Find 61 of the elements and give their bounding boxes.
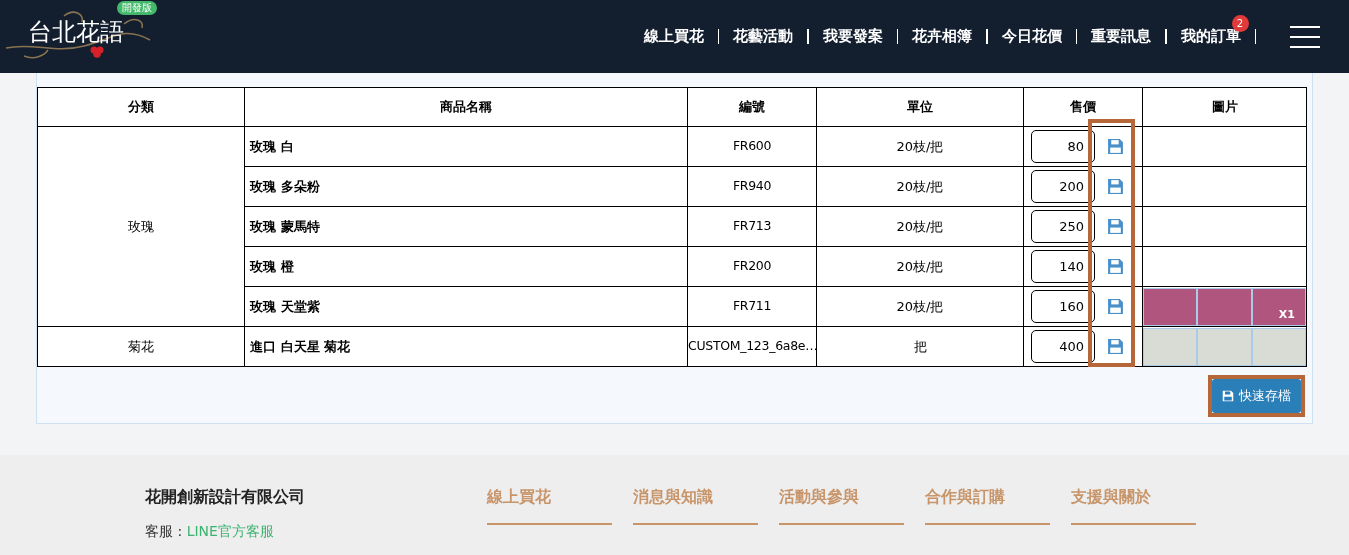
save-icon: [1222, 390, 1234, 402]
code-cell: FR200: [687, 246, 817, 287]
column-header: 分類: [37, 87, 245, 127]
footer-heading: 線上買花: [487, 485, 612, 525]
save-icon[interactable]: [1107, 298, 1124, 315]
price-input[interactable]: 80: [1031, 130, 1095, 163]
product-name-cell: 玫瑰 橙: [244, 246, 688, 287]
code-cell: FR713: [687, 206, 817, 247]
nav-link[interactable]: 重要訊息: [1091, 25, 1151, 48]
code-cell: FR940: [687, 166, 817, 207]
footer-heading: 消息與知識: [633, 485, 758, 525]
unit-cell: 20枝/把: [816, 166, 1024, 207]
save-icon[interactable]: [1107, 338, 1124, 355]
nav-link[interactable]: 線上買花: [643, 25, 704, 48]
column-header: 售價: [1023, 87, 1143, 127]
save-icon[interactable]: [1107, 218, 1124, 235]
column-header: 單位: [816, 87, 1024, 127]
service-label: 客服 :: [145, 523, 183, 539]
quantity-label: X1: [1278, 307, 1295, 323]
code-cell: CUSTOM_123_6a8e…: [687, 326, 817, 367]
footer-heading: 合作與訂購: [925, 485, 1050, 525]
nav-link[interactable]: 花卉相簿: [912, 25, 972, 48]
nav-link[interactable]: 我要發案: [822, 25, 883, 48]
photo-placeholder[interactable]: X1: [1252, 288, 1305, 325]
quick-save-button[interactable]: 快速存檔: [1212, 379, 1301, 413]
unit-cell: 20枝/把: [816, 126, 1024, 167]
company-name: 花開創新設計有限公司: [145, 486, 306, 508]
column-header: 編號: [687, 87, 817, 127]
unit-cell: 把: [816, 326, 1024, 367]
column-header: 圖片: [1142, 87, 1307, 127]
save-icon[interactable]: [1107, 258, 1124, 275]
nav-link[interactable]: 今日花價: [1001, 25, 1062, 48]
unit-cell: 20枝/把: [816, 286, 1024, 327]
code-cell: FR600: [687, 126, 817, 167]
product-name-cell: 玫瑰 天堂紫: [244, 286, 688, 327]
price-input[interactable]: 140: [1031, 250, 1095, 283]
save-icon[interactable]: [1107, 138, 1124, 155]
price-input[interactable]: 160: [1031, 290, 1095, 323]
product-name-cell: 玫瑰 白: [244, 126, 688, 167]
price-input[interactable]: 200: [1031, 170, 1095, 203]
footer-heading: 支援與關於: [1071, 485, 1196, 525]
code-cell: FR711: [687, 286, 817, 327]
product-name-cell: 玫瑰 蒙馬特: [244, 206, 688, 247]
price-input[interactable]: 400: [1031, 330, 1095, 363]
product-name-cell: 玫瑰 多朵粉: [244, 166, 688, 207]
dev-badge: 開發版: [117, 1, 157, 15]
unit-cell: 20枝/把: [816, 246, 1024, 287]
photo-placeholder[interactable]: [1144, 288, 1197, 325]
price-input[interactable]: 250: [1031, 210, 1095, 243]
menu-icon[interactable]: [1290, 25, 1320, 48]
product-name-cell: 進口 白天星 菊花: [244, 326, 688, 367]
save-icon[interactable]: [1107, 178, 1124, 195]
flower-icon: [90, 46, 104, 58]
category-cell: 玫瑰: [37, 126, 245, 327]
nav-link[interactable]: 花藝活動: [733, 25, 793, 48]
footer-heading: 活動與參與: [779, 485, 904, 525]
column-header: 商品名稱: [244, 87, 688, 127]
category-cell: 菊花: [37, 326, 245, 367]
logo-text: 台北花語: [28, 20, 124, 44]
unit-cell: 20枝/把: [816, 206, 1024, 247]
photo-placeholder[interactable]: [1198, 288, 1251, 325]
